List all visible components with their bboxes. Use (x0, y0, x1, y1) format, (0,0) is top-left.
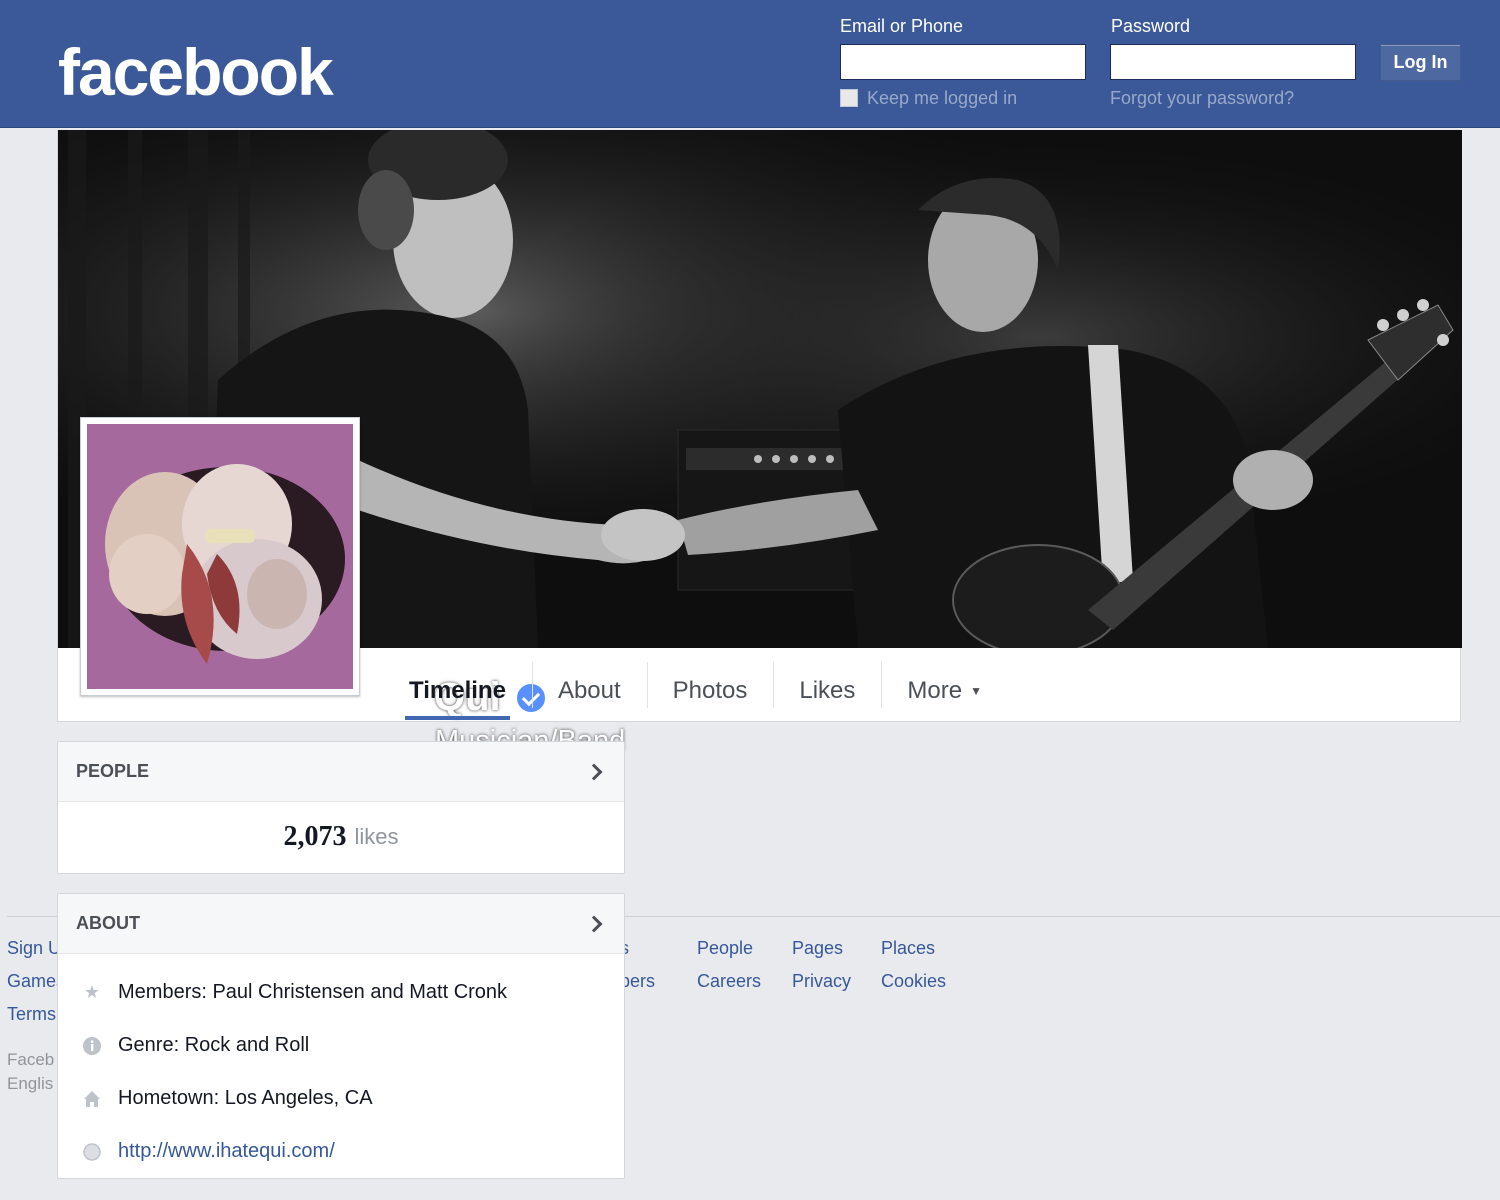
footer-column-2: s pers (620, 932, 655, 998)
people-box: PEOPLE 2,073 likes (57, 741, 625, 874)
about-box: ABOUT ★ Members: Paul Christensen and Ma… (57, 893, 625, 1179)
footer-link-people[interactable]: People (697, 932, 761, 965)
top-bar: facebook Email or Phone Password Log In … (0, 0, 1500, 128)
facebook-logo[interactable]: facebook (58, 34, 334, 110)
about-box-header[interactable]: ABOUT (58, 894, 624, 954)
tab-more-label: More (907, 677, 963, 704)
login-button[interactable]: Log In (1380, 44, 1461, 81)
profile-picture-image (87, 424, 353, 689)
about-hometown-text: Hometown: Los Angeles, CA (118, 1087, 373, 1109)
people-box-header[interactable]: PEOPLE (58, 742, 624, 802)
about-hometown: Hometown: Los Angeles, CA (58, 1072, 624, 1125)
keep-logged-in-checkbox[interactable] (840, 89, 858, 107)
footer-text: Faceb (7, 1050, 55, 1069)
footer-link[interactable]: pers (620, 965, 655, 998)
about-box-title: ABOUT (76, 913, 140, 933)
about-members: ★ Members: Paul Christensen and Matt Cro… (58, 966, 624, 1019)
password-label: Password (1111, 16, 1191, 36)
profile-picture[interactable] (80, 417, 360, 696)
profile-tabs: Timeline About Photos Likes More ▼ (383, 662, 1008, 720)
footer-link-cookies[interactable]: Cookies (881, 965, 946, 998)
footer-copyright: Faceb Englis (7, 1048, 54, 1096)
profile-picture-artwork (87, 424, 353, 689)
likes-summary: 2,073 likes (58, 802, 624, 872)
footer-link-privacy[interactable]: Privacy (792, 965, 851, 998)
footer-link-careers[interactable]: Careers (697, 965, 761, 998)
likes-count: 2,073 (283, 821, 347, 852)
about-genre-text: Genre: Rock and Roll (118, 1034, 310, 1056)
about-list: ★ Members: Paul Christensen and Matt Cro… (58, 954, 624, 1182)
tab-timeline[interactable]: Timeline (383, 662, 532, 720)
about-members-text: Members: Paul Christensen and Matt Cronk (118, 981, 508, 1003)
chevron-right-icon[interactable] (585, 915, 603, 932)
footer-column-5: Places Cookies (881, 932, 946, 998)
footer-link-places[interactable]: Places (881, 932, 946, 965)
tab-likes[interactable]: Likes (773, 662, 881, 720)
people-box-title: PEOPLE (76, 761, 150, 781)
star-icon: ★ (83, 982, 101, 1002)
caret-down-icon: ▼ (970, 684, 982, 698)
footer-language[interactable]: Englis (7, 1072, 54, 1096)
info-icon (82, 1036, 102, 1056)
footer-link[interactable]: s (620, 932, 655, 965)
tab-about[interactable]: About (531, 662, 647, 720)
footer-column-4: Pages Privacy (792, 932, 851, 998)
about-website: http://www.ihatequi.com/ (58, 1125, 624, 1178)
footer-column-3: People Careers (697, 932, 761, 998)
tab-more[interactable]: More ▼ (881, 662, 1008, 720)
likes-label: likes (354, 824, 399, 849)
email-label: Email or Phone (840, 16, 964, 36)
keep-logged-in-label: Keep me logged in (867, 87, 1018, 108)
about-genre: Genre: Rock and Roll (58, 1019, 624, 1072)
email-field[interactable] (840, 44, 1086, 80)
footer-link-pages[interactable]: Pages (792, 932, 851, 965)
home-icon (82, 1089, 102, 1109)
forgot-password-link[interactable]: Forgot your password? (1110, 88, 1294, 109)
website-link[interactable]: http://www.ihatequi.com/ (118, 1140, 335, 1163)
keep-logged-in-option[interactable]: Keep me logged in (840, 88, 1017, 108)
chevron-right-icon[interactable] (585, 763, 603, 780)
password-field[interactable] (1110, 44, 1356, 80)
globe-icon (82, 1142, 102, 1162)
tab-photos[interactable]: Photos (646, 662, 774, 720)
